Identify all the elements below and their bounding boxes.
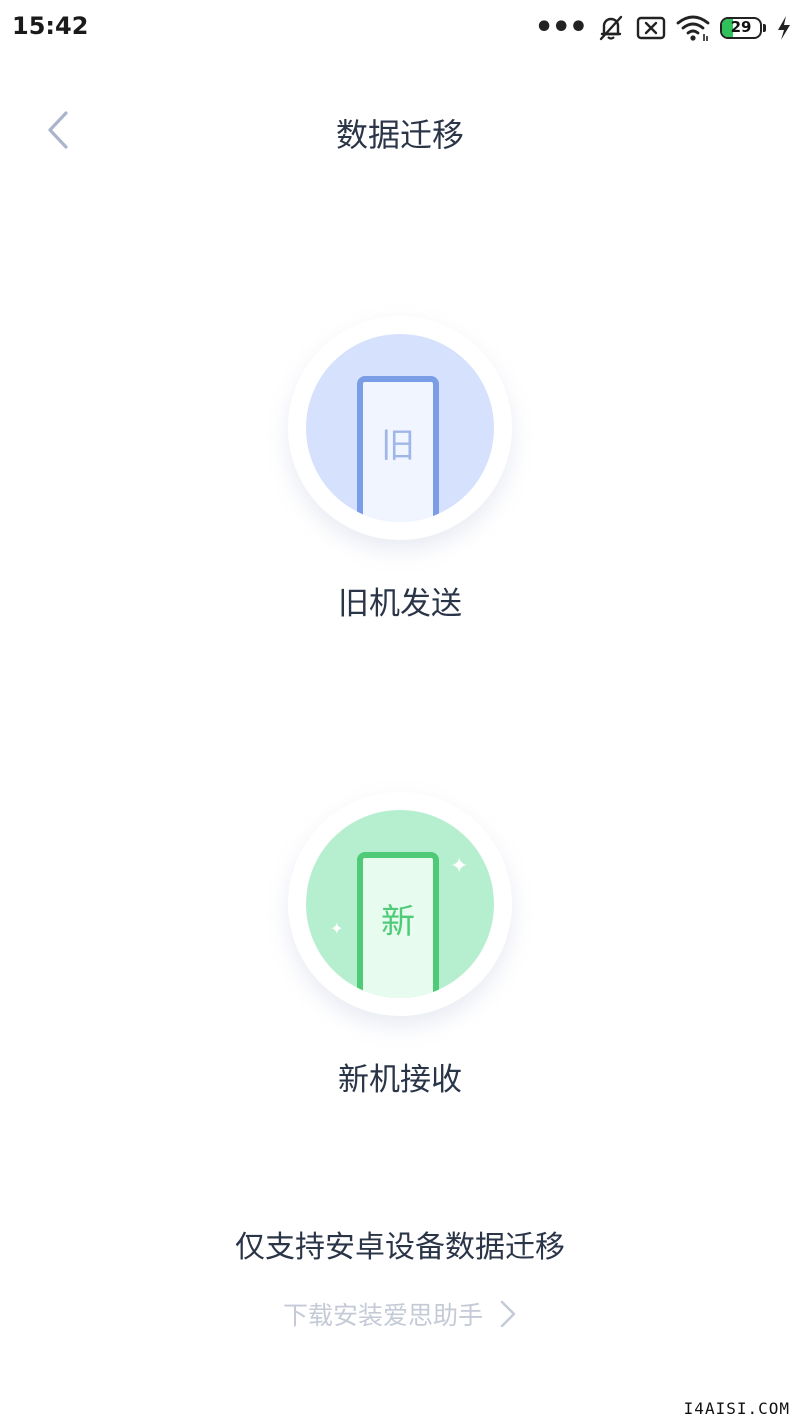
old-device-send-label: 旧机发送 [338, 586, 462, 622]
new-device-illustration: 新 ✦ ✦ [288, 792, 512, 1016]
more-dots-icon: ••• [534, 10, 588, 45]
page-title: 数据迁移 [335, 116, 464, 154]
new-device-receive-label: 新机接收 [338, 1062, 462, 1098]
old-device-illustration: 旧 [288, 316, 512, 540]
battery-level: 29 [730, 18, 752, 36]
status-icons: ••• 29 [534, 12, 792, 44]
download-assistant-link[interactable]: 下载安装爱思助手 [0, 1296, 800, 1332]
sparkle-icon: ✦ [450, 854, 469, 879]
charging-icon [776, 15, 792, 41]
new-device-receive-option[interactable]: 新 ✦ ✦ 新机接收 [0, 792, 800, 1102]
new-phone-icon: 新 [357, 852, 439, 998]
sparkle-icon: ✦ [330, 919, 344, 938]
status-bar: 15:42 ••• 29 [0, 0, 800, 56]
old-phone-char: 旧 [381, 426, 415, 466]
chevron-right-icon [500, 1300, 516, 1328]
wifi-icon [676, 14, 710, 42]
nav-header: 数据迁移 [0, 96, 800, 166]
sim-x-icon [636, 15, 666, 41]
old-device-send-option[interactable]: 旧 旧机发送 [0, 316, 800, 626]
new-phone-char: 新 [381, 902, 415, 942]
status-time: 15:42 [12, 12, 89, 40]
android-only-note: 仅支持安卓设备数据迁移 [235, 1230, 565, 1265]
watermark: I4AISI.COM [677, 1397, 796, 1420]
battery-icon: 29 [720, 17, 766, 39]
download-link-text: 下载安装爱思助手 [282, 1301, 483, 1330]
bell-muted-icon [596, 13, 626, 43]
old-phone-icon: 旧 [357, 376, 439, 522]
